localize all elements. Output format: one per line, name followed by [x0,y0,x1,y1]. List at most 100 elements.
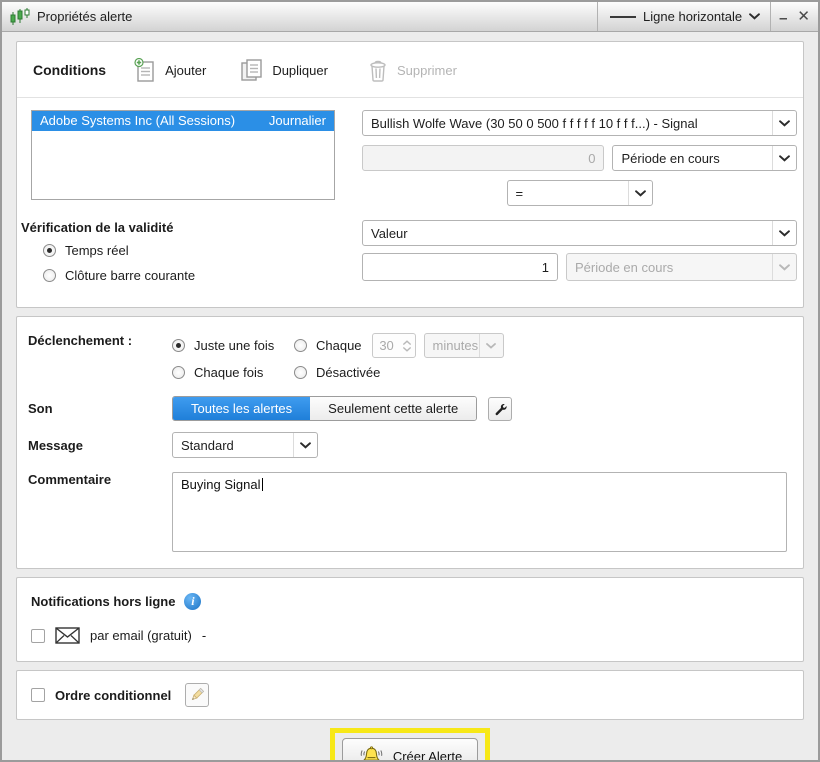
minimize-button[interactable]: – [779,11,787,26]
validity-block: Vérification de la validité Temps réel C… [31,206,349,293]
conditions-content: Adobe Systems Inc (All Sessions) Journal… [17,98,803,307]
chevron-down-icon [479,334,503,357]
email-checkbox[interactable] [31,629,45,643]
level-input-value: 0 [588,151,595,166]
operator-select-value: = [508,186,628,201]
message-select[interactable]: Standard [172,432,318,458]
conditions-listbox[interactable]: Adobe Systems Inc (All Sessions) Journal… [31,110,335,200]
validity-fields: Valeur 1 Période en cours [362,220,797,293]
drawing-tool-selector[interactable]: Ligne horizontale [597,2,770,31]
validity-period-select[interactable]: Période en cours [566,253,797,281]
trigger-panel: Déclenchement : Juste une fois Chaque 30 [16,316,804,569]
dialog-title: Propriétés alerte [37,9,132,24]
edit-order-button[interactable] [185,683,209,707]
title-bar: Propriétés alerte Ligne horizontale – ✕ [2,2,818,32]
notifications-panel: Notifications hors ligne i par email (gr… [16,577,804,662]
trigger-every-label: Chaque [316,338,362,353]
dialog-body: Conditions Ajouter [2,32,818,760]
highlight-annotation: Créer Alerte [330,728,490,760]
text-caret [262,478,263,491]
conditions-title: Conditions [33,62,106,78]
email-notification-option[interactable]: par email (gratuit) - [31,627,787,644]
realtime-radio-label: Temps réel [65,243,129,258]
drawing-tool-label: Ligne horizontale [643,9,742,24]
interval-unit-value: minutes [425,338,479,353]
condition-timeframe: Journalier [269,113,326,128]
add-condition-label: Ajouter [165,63,206,78]
conditional-order-label: Ordre conditionnel [55,688,171,703]
trigger-once-radio-option[interactable]: Juste une fois [172,338,294,353]
wrench-icon [492,401,508,417]
message-row: Message Standard [17,432,803,458]
email-option-suffix: - [202,628,206,643]
trigger-every-radio-option[interactable]: Chaque [294,338,362,353]
radio-unselected-icon [43,269,56,282]
validity-value-input[interactable]: 1 [362,253,558,281]
candlestick-chart-icon [10,8,30,26]
trigger-disabled-radio-option[interactable]: Désactivée [294,365,380,380]
condition-instrument: Adobe Systems Inc (All Sessions) [40,113,235,128]
dialog-footer: Créer Alerte [16,728,804,760]
chevron-down-icon [772,111,796,135]
spinner-arrows-icon [401,340,415,352]
chevron-down-icon [628,181,652,205]
condition-list-item[interactable]: Adobe Systems Inc (All Sessions) Journal… [32,111,334,131]
sound-settings-button[interactable] [488,397,512,421]
trigger-each-time-radio-option[interactable]: Chaque fois [172,365,294,380]
period-select[interactable]: Période en cours [612,145,797,171]
delete-condition-label: Supprimer [397,63,457,78]
add-condition-button[interactable]: Ajouter [134,58,206,82]
all-alerts-toggle-option[interactable]: Toutes les alertes [173,397,310,420]
comment-label: Commentaire [28,472,172,487]
chevron-down-icon [293,433,317,457]
alert-bell-icon [358,745,385,761]
signal-select[interactable]: Bullish Wolfe Wave (30 50 0 500 f f f f … [362,110,797,136]
info-icon[interactable]: i [184,593,201,610]
trigger-options: Juste une fois Chaque 30 [172,333,787,380]
realtime-radio-option[interactable]: Temps réel [43,243,349,258]
pencil-icon [189,687,205,703]
compare-select[interactable]: Valeur [362,220,797,246]
delete-condition-button[interactable]: Supprimer [368,59,457,82]
close-bar-radio-option[interactable]: Clôture barre courante [43,268,349,283]
radio-unselected-icon [294,339,307,352]
validity-title: Vérification de la validité [21,220,349,235]
conditions-header: Conditions Ajouter [17,42,803,98]
duplicate-condition-label: Dupliquer [272,63,328,78]
sound-row: Son Toutes les alertes Seulement cette a… [17,396,803,421]
operator-select[interactable]: = [507,180,653,206]
interval-value: 30 [373,338,401,353]
sound-label: Son [28,401,172,416]
conditional-order-panel: Ordre conditionnel [16,670,804,720]
duplicate-condition-button[interactable]: Dupliquer [240,58,328,82]
condition-fields: Bullish Wolfe Wave (30 50 0 500 f f f f … [362,110,797,206]
conditional-order-checkbox[interactable] [31,688,45,702]
trigger-once-label: Juste une fois [194,338,274,353]
message-label: Message [28,438,172,453]
validity-value: 1 [542,260,549,275]
close-button[interactable]: ✕ [797,9,810,24]
create-alert-button[interactable]: Créer Alerte [342,738,478,760]
window-buttons: – ✕ [770,2,818,31]
duplicate-document-icon [240,58,263,82]
sound-scope-toggle: Toutes les alertes Seulement cette alert… [172,396,477,421]
trigger-each-time-label: Chaque fois [194,365,263,380]
validity-period-value: Période en cours [567,260,772,275]
radio-unselected-icon [294,366,307,379]
radio-selected-icon [43,244,56,257]
interval-unit-select[interactable]: minutes [424,333,504,358]
email-option-label: par email (gratuit) [90,628,192,643]
level-input[interactable]: 0 [362,145,604,171]
radio-selected-icon [172,339,185,352]
radio-unselected-icon [172,366,185,379]
comment-text: Buying Signal [181,477,261,492]
chevron-down-icon [749,13,760,20]
close-bar-radio-label: Clôture barre courante [65,268,195,283]
trash-icon [368,59,388,82]
comment-textarea[interactable]: Buying Signal [172,472,787,552]
period-select-value: Période en cours [613,151,772,166]
this-alert-toggle-option[interactable]: Seulement cette alerte [310,397,476,420]
signal-select-value: Bullish Wolfe Wave (30 50 0 500 f f f f … [363,116,772,131]
notifications-title: Notifications hors ligne [31,594,175,609]
interval-spinner[interactable]: 30 [372,333,416,358]
